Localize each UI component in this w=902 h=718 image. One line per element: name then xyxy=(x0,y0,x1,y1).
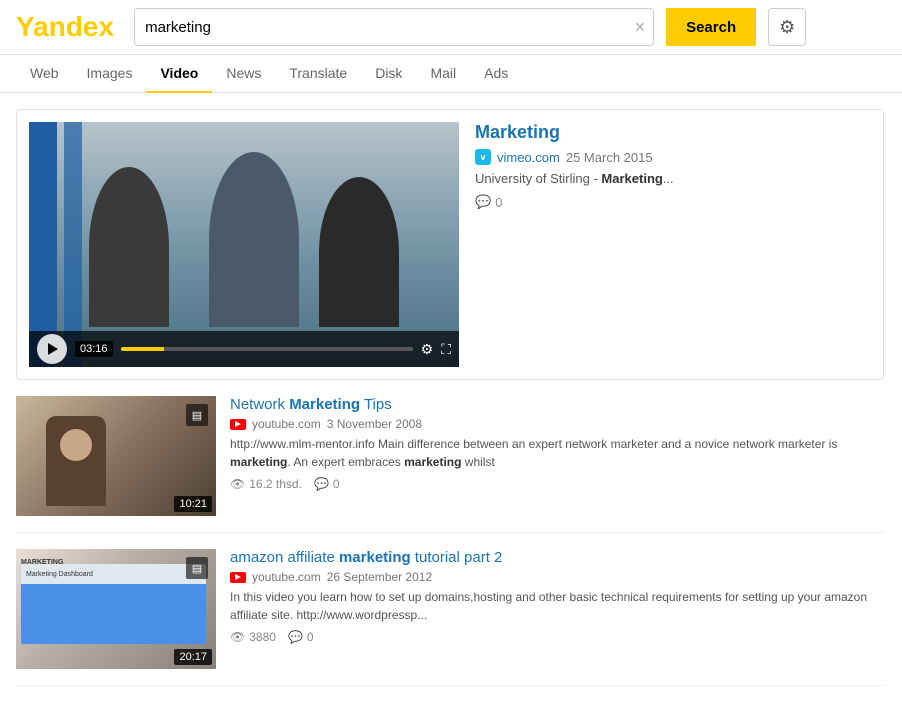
desc-bold2-1: marketing xyxy=(404,455,461,469)
tab-news[interactable]: News xyxy=(212,55,275,93)
tab-mail[interactable]: Mail xyxy=(416,55,470,93)
video-controls: 03:16 ⚙ ⛶ xyxy=(29,331,459,367)
search-button[interactable]: Search xyxy=(666,8,756,46)
source-2: youtube.com 26 September 2012 xyxy=(230,570,884,584)
desc-2: In this video you learn how to set up do… xyxy=(230,588,884,624)
title-prefix-2: amazon affiliate xyxy=(230,549,339,566)
clear-button[interactable]: × xyxy=(627,18,654,36)
source-1: youtube.com 3 November 2008 xyxy=(230,417,884,431)
comment-number: 0 xyxy=(495,195,502,210)
tab-images[interactable]: Images xyxy=(73,55,147,93)
filter-button[interactable]: ⚙ xyxy=(768,8,806,46)
vimeo-icon: v xyxy=(475,149,491,165)
video-thumbnail-1[interactable]: ▤ 10:21 xyxy=(16,396,216,516)
desc-bold1-1: marketing xyxy=(230,455,287,469)
youtube-icon-2 xyxy=(230,572,246,583)
logo-y: Y xyxy=(16,11,33,42)
video-info-2: amazon affiliate marketing tutorial part… xyxy=(230,549,884,669)
video-thumbnail-2[interactable]: Marketing Dashboard ▤ 20:17 xyxy=(16,549,216,669)
doc-icon-1: ▤ xyxy=(186,404,208,426)
person-figure-3 xyxy=(319,177,399,327)
tab-video[interactable]: Video xyxy=(146,55,212,93)
settings-icon[interactable]: ⚙ xyxy=(421,341,434,358)
fullscreen-icon[interactable]: ⛶ xyxy=(441,341,451,358)
desc-suffix: ... xyxy=(663,171,674,186)
comments-count: 💬 0 xyxy=(475,194,871,210)
tab-web[interactable]: Web xyxy=(16,55,73,93)
thumb-duration-2: 20:17 xyxy=(174,649,212,665)
featured-video-result: 03:16 ⚙ ⛶ Marketing v vimeo.com 25 March… xyxy=(16,109,884,380)
title-bold-1: Marketing xyxy=(289,396,360,413)
title-suffix-1: Tips xyxy=(360,396,392,413)
yandex-logo: Yandex xyxy=(16,11,114,43)
source-date: 25 March 2015 xyxy=(566,150,653,165)
views-2: 👁 3880 xyxy=(230,630,276,644)
tab-ads[interactable]: Ads xyxy=(470,55,522,93)
progress-fill xyxy=(121,347,165,351)
source-name-2[interactable]: youtube.com xyxy=(252,570,321,584)
tab-disk[interactable]: Disk xyxy=(361,55,416,93)
youtube-icon-1 xyxy=(230,419,246,430)
comments-2: 💬 0 xyxy=(288,630,314,644)
person-figure-2 xyxy=(209,152,299,327)
desc-end-1: whilst xyxy=(461,455,494,469)
header: Yandex × Search ⚙ xyxy=(0,0,902,55)
source-date-2: 26 September 2012 xyxy=(327,570,432,584)
search-input[interactable] xyxy=(135,9,626,45)
featured-video-source: v vimeo.com 25 March 2015 xyxy=(475,149,871,165)
featured-video-desc: University of Stirling - Marketing... xyxy=(475,171,871,186)
video-info-1: Network Marketing Tips youtube.com 3 Nov… xyxy=(230,396,884,516)
desc-text-1: http://www.mlm-mentor.info Main differen… xyxy=(230,437,837,451)
source-link[interactable]: vimeo.com xyxy=(497,150,560,165)
nav-tabs: Web Images Video News Translate Disk Mai… xyxy=(0,55,902,93)
desc-bold: Marketing xyxy=(601,171,662,186)
play-button[interactable] xyxy=(37,334,67,364)
desc-1: http://www.mlm-mentor.info Main differen… xyxy=(230,435,884,471)
source-name-1[interactable]: youtube.com xyxy=(252,417,321,431)
logo-rest: andex xyxy=(33,11,114,42)
featured-video-info: Marketing v vimeo.com 25 March 2015 Univ… xyxy=(475,122,871,367)
video-title-1[interactable]: Network Marketing Tips xyxy=(230,396,884,413)
desc-mid-1: . An expert embraces xyxy=(287,455,404,469)
comment-icon: 💬 xyxy=(475,194,491,210)
title-bold-2: marketing xyxy=(339,549,411,566)
video-title-2[interactable]: amazon affiliate marketing tutorial part… xyxy=(230,549,884,566)
desc-text: University of Stirling - xyxy=(475,171,601,186)
title-prefix-1: Network xyxy=(230,396,289,413)
video-result-2: Marketing Dashboard ▤ 20:17 amazon affil… xyxy=(16,549,884,686)
tab-translate[interactable]: Translate xyxy=(275,55,361,93)
video-player[interactable]: 03:16 ⚙ ⛶ xyxy=(29,122,459,367)
person-figure-1 xyxy=(89,167,169,327)
search-bar: × xyxy=(134,8,654,46)
source-date-1: 3 November 2008 xyxy=(327,417,422,431)
main-content: 03:16 ⚙ ⛶ Marketing v vimeo.com 25 March… xyxy=(0,93,900,718)
progress-bar[interactable] xyxy=(121,347,413,351)
video-result-1: ▤ 10:21 Network Marketing Tips youtube.c… xyxy=(16,396,884,533)
meta-1: 👁 16.2 thsd. 💬 0 xyxy=(230,477,884,491)
views-1: 👁 16.2 thsd. xyxy=(230,477,302,491)
title-suffix-2: tutorial part 2 xyxy=(411,549,503,566)
featured-video-title[interactable]: Marketing xyxy=(475,122,871,143)
meta-2: 👁 3880 💬 0 xyxy=(230,630,884,644)
desc-text-2: In this video you learn how to set up do… xyxy=(230,590,867,622)
comments-1: 💬 0 xyxy=(314,477,340,491)
duration-badge: 03:16 xyxy=(75,341,113,357)
thumb-duration-1: 10:21 xyxy=(174,496,212,512)
doc-icon-2: ▤ xyxy=(186,557,208,579)
